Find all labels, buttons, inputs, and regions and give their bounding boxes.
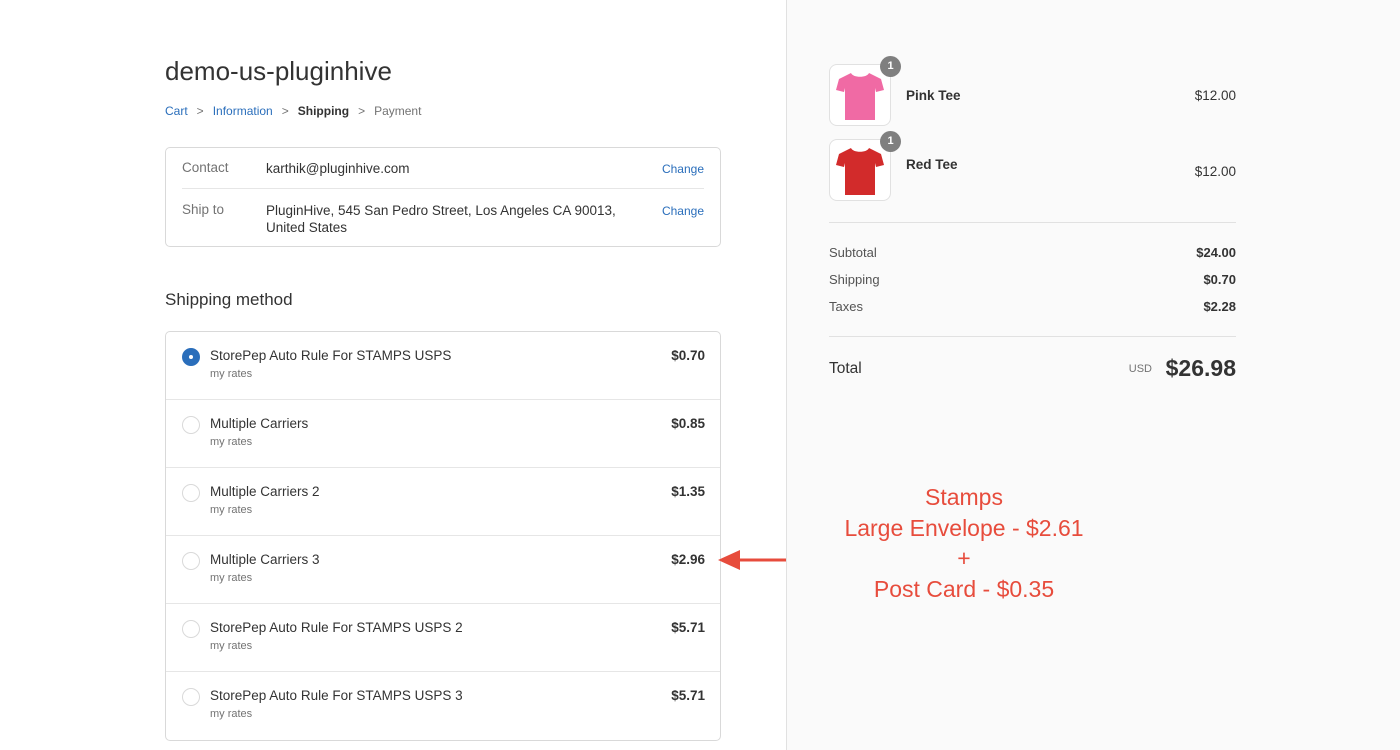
taxes-value: $2.28 (1203, 299, 1236, 314)
ship-to-value: PluginHive, 545 San Pedro Street, Los An… (266, 203, 616, 235)
product-name: Pink Tee (906, 88, 961, 103)
taxes-label: Taxes (829, 299, 863, 314)
shipping-option-price: $1.35 (671, 484, 705, 499)
radio-button[interactable] (182, 484, 200, 502)
shipping-option-name: StorePep Auto Rule For STAMPS USPS 3 (210, 688, 463, 703)
shipping-option-name: Multiple Carriers 2 (210, 484, 320, 499)
total-amount: $26.98 (1165, 355, 1236, 381)
breadcrumb: Cart > Information > Shipping > Payment (165, 104, 421, 118)
shipping-option[interactable]: Multiple Carriers 3 my rates $2.96 (166, 536, 720, 604)
product-line: 1 Red Tee $12.00 (829, 131, 1236, 201)
radio-button[interactable] (182, 416, 200, 434)
tshirt-icon (836, 148, 884, 195)
change-contact-link[interactable]: Change (662, 160, 704, 188)
shipping-option-subtitle: my rates (210, 368, 253, 380)
order-summary: 1 Pink Tee $12.00 1 Red Tee $12.00 Subto… (786, 0, 1400, 750)
annotation-note: Stamps Large Envelope - $2.61 + Post Car… (826, 482, 1102, 604)
shipping-option[interactable]: StorePep Auto Rule For STAMPS USPS 2 my … (166, 604, 720, 672)
review-block: Contact karthik@pluginhive.com Change Sh… (165, 147, 721, 247)
quantity-badge: 1 (880, 131, 901, 152)
shipping-value: $0.70 (1203, 272, 1236, 287)
product-name: Red Tee (906, 157, 958, 172)
subtotal-line: Subtotal $24.00 (829, 245, 1236, 260)
shipping-option-price: $0.70 (671, 348, 705, 363)
annotation-line: Post Card - $0.35 (873, 575, 1055, 602)
breadcrumb-shipping: Shipping (297, 104, 350, 118)
shipping-line: Shipping $0.70 (829, 272, 1236, 287)
shipping-option-name: StorePep Auto Rule For STAMPS USPS (210, 348, 452, 363)
shipping-option-subtitle: my rates (210, 708, 253, 720)
shipping-option-name: Multiple Carriers (210, 416, 309, 431)
shipping-methods-list: StorePep Auto Rule For STAMPS USPS my ra… (165, 331, 721, 741)
radio-button[interactable] (182, 688, 200, 706)
tshirt-icon (836, 73, 884, 120)
contact-row: Contact karthik@pluginhive.com Change (182, 160, 704, 189)
shipping-option-price: $2.96 (671, 552, 705, 567)
breadcrumb-separator-icon: > (358, 104, 366, 118)
breadcrumb-payment: Payment (374, 104, 422, 118)
shipping-option-price: $5.71 (671, 688, 705, 703)
main-content: demo-us-pluginhive Cart > Information > … (0, 0, 846, 750)
shipping-option-subtitle: my rates (210, 572, 253, 584)
shipping-option-subtitle: my rates (210, 640, 253, 652)
shipping-option-price: $5.71 (671, 620, 705, 635)
shipping-option[interactable]: StorePep Auto Rule For STAMPS USPS my ra… (166, 332, 720, 400)
product-thumbnail: 1 (829, 131, 901, 201)
shipping-option[interactable]: Multiple Carriers 2 my rates $1.35 (166, 468, 720, 536)
shipping-option-subtitle: my rates (210, 504, 253, 516)
breadcrumb-cart[interactable]: Cart (165, 104, 188, 118)
divider (829, 222, 1236, 223)
shipping-option-subtitle: my rates (210, 436, 253, 448)
total-currency: USD (1128, 363, 1152, 375)
radio-button[interactable] (182, 348, 200, 366)
divider (829, 336, 1236, 337)
annotation-line: Large Envelope - $2.61 (844, 514, 1084, 541)
shipping-option-name: Multiple Carriers 3 (210, 552, 320, 567)
breadcrumb-separator-icon: > (281, 104, 289, 118)
radio-button[interactable] (182, 552, 200, 570)
subtotal-label: Subtotal (829, 245, 877, 260)
shipping-option[interactable]: Multiple Carriers my rates $0.85 (166, 400, 720, 468)
contact-label: Contact (182, 160, 229, 175)
shipping-method-title: Shipping method (165, 290, 293, 309)
annotation-line: + (957, 545, 971, 571)
ship-to-row: Ship to PluginHive, 545 San Pedro Street… (182, 202, 704, 236)
product-line: 1 Pink Tee $12.00 (829, 56, 1236, 126)
product-price: $12.00 (1194, 164, 1236, 179)
shipping-label: Shipping (829, 272, 880, 287)
breadcrumb-separator-icon: > (196, 104, 204, 118)
quantity-badge: 1 (880, 56, 901, 77)
product-thumbnail: 1 (829, 56, 901, 126)
ship-to-label: Ship to (182, 202, 225, 217)
subtotal-value: $24.00 (1196, 245, 1236, 260)
annotation-line: Stamps (925, 484, 1003, 510)
total-line: Total USD $26.98 (829, 355, 1236, 383)
total-label: Total (829, 360, 862, 377)
change-ship-to-link[interactable]: Change (662, 202, 704, 236)
shipping-option[interactable]: StorePep Auto Rule For STAMPS USPS 3 my … (166, 672, 720, 740)
contact-value: karthik@pluginhive.com (266, 161, 410, 176)
shipping-option-price: $0.85 (671, 416, 705, 431)
radio-button[interactable] (182, 620, 200, 638)
taxes-line: Taxes $2.28 (829, 299, 1236, 314)
store-name[interactable]: demo-us-pluginhive (165, 56, 392, 87)
product-price: $12.00 (1194, 88, 1236, 103)
shipping-option-name: StorePep Auto Rule For STAMPS USPS 2 (210, 620, 463, 635)
breadcrumb-information[interactable]: Information (213, 104, 273, 118)
